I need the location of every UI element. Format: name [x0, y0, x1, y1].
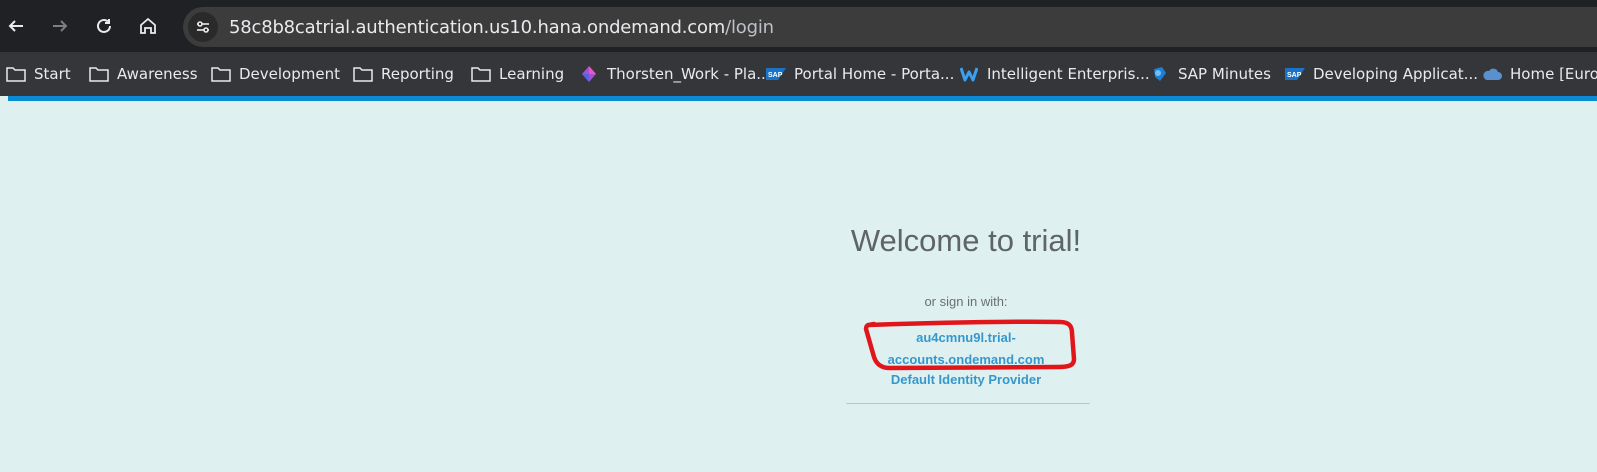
bookmark-learning[interactable]: Learning: [471, 63, 564, 85]
w-logo-icon: [959, 65, 979, 83]
bookmark-sap-minutes[interactable]: SAP Minutes: [1150, 63, 1271, 85]
home-icon: [140, 17, 156, 34]
url-text[interactable]: 58c8b8catrial.authentication.us10.hana.o…: [229, 17, 774, 38]
bookmarks-bar: Start Awareness Development Reporting Le…: [0, 52, 1597, 96]
forward-button[interactable]: [45, 11, 75, 41]
bookmark-thorsten-work[interactable]: Thorsten_Work - Pla...: [579, 63, 771, 85]
cloud-icon: [1482, 65, 1502, 83]
bookmark-label: Home [Europ: [1510, 65, 1597, 83]
bookmark-label: SAP Minutes: [1178, 65, 1271, 83]
arrow-left-icon: [8, 20, 23, 32]
browser-toolbar: 58c8b8catrial.authentication.us10.hana.o…: [0, 0, 1597, 52]
folder-icon: [89, 65, 109, 83]
bookmark-development[interactable]: Development: [211, 63, 340, 85]
bookmark-portal-home[interactable]: SAP Portal Home - Porta...: [766, 63, 954, 85]
bookmark-awareness[interactable]: Awareness: [89, 63, 198, 85]
bookmark-intelligent-enterprise[interactable]: Intelligent Enterpris...: [959, 63, 1150, 85]
red-highlight-annotation: [863, 319, 1077, 371]
bookmark-label: Developing Applicat...: [1313, 65, 1478, 83]
page-title: Welcome to trial!: [850, 223, 1082, 258]
bookmark-home-europe[interactable]: Home [Europ: [1482, 63, 1597, 85]
folder-icon: [471, 65, 491, 83]
svg-text:SAP: SAP: [768, 72, 783, 79]
back-button[interactable]: [1, 11, 31, 41]
url-path: /login: [725, 17, 774, 38]
reload-icon: [97, 18, 111, 33]
address-bar[interactable]: 58c8b8catrial.authentication.us10.hana.o…: [183, 7, 1597, 47]
planner-icon: [579, 65, 599, 83]
bookmark-label: Development: [239, 65, 340, 83]
sign-in-subtitle: or sign in with:: [924, 294, 1008, 309]
reload-button[interactable]: [89, 11, 119, 41]
arrow-right-icon: [53, 20, 68, 32]
url-host: 58c8b8catrial.authentication.us10.hana.o…: [229, 17, 726, 38]
bookmark-label: Learning: [499, 65, 565, 83]
folder-icon: [353, 65, 373, 83]
bookmark-reporting[interactable]: Reporting: [353, 63, 454, 85]
folder-icon: [211, 65, 231, 83]
folder-icon: [6, 65, 26, 83]
sap-logo-icon: SAP: [766, 65, 786, 83]
bookmark-label: Thorsten_Work - Pla...: [607, 65, 771, 83]
bookmark-start[interactable]: Start: [6, 63, 71, 85]
site-info-icon[interactable]: [188, 12, 218, 42]
bookmark-label: Intelligent Enterpris...: [987, 65, 1150, 83]
bookmark-label: Start: [34, 65, 71, 83]
bookmark-label: Reporting: [381, 65, 454, 83]
sap-logo-icon: SAP: [1285, 65, 1305, 83]
divider: [846, 403, 1090, 404]
bookmark-developing-applications[interactable]: SAP Developing Applicat...: [1285, 63, 1478, 85]
login-page: Welcome to trial! or sign in with: au4cm…: [0, 101, 1597, 472]
bookmark-label: Portal Home - Porta...: [794, 65, 955, 83]
svg-text:SAP: SAP: [1287, 72, 1302, 79]
minutes-icon: [1150, 65, 1170, 83]
bookmark-label: Awareness: [117, 65, 198, 83]
home-button[interactable]: [133, 11, 163, 41]
